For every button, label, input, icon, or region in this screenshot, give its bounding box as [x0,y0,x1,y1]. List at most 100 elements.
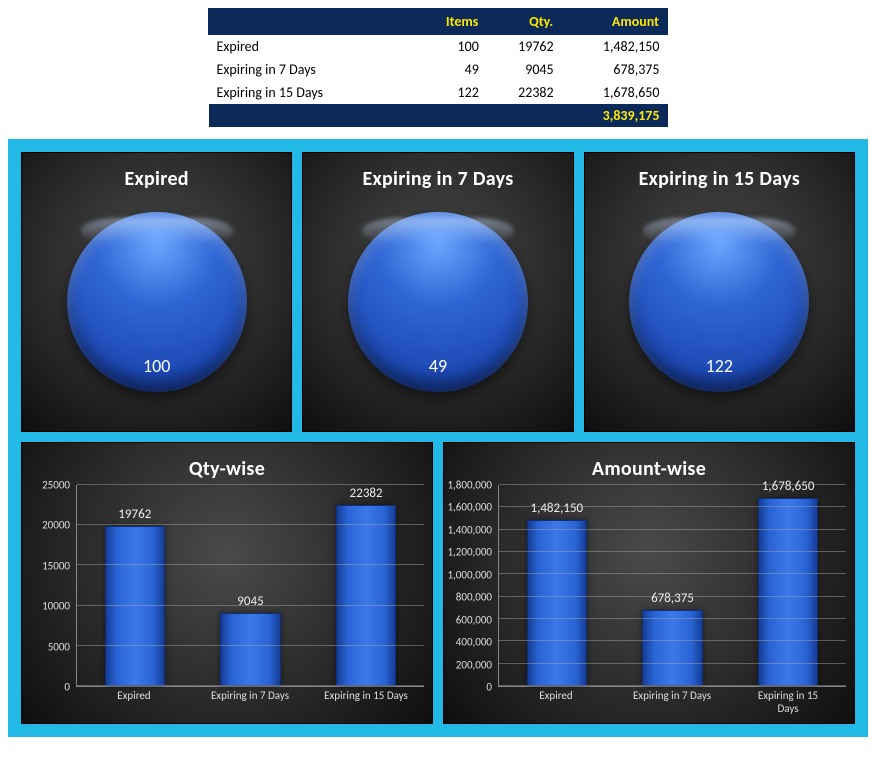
dashboard: Expired 100 Expiring in 7 Days 49 Expiri… [8,139,868,737]
y-tick-label: 0 [22,681,70,694]
plot-area: 19762 9045 22382 [76,485,424,687]
gridline [499,506,846,507]
bar-panel-amount: Amount-wise 0200,000400,000600,000800,00… [443,442,855,724]
bar-column: 9045 [198,594,302,686]
bar-value-label: 19762 [118,507,151,522]
x-tick-label: Expiring in 15 Days [308,687,424,717]
pie-chart: 122 [585,195,854,405]
cell-items: 100 [415,35,487,59]
x-tick-label: Expiring in 15 Days [730,687,846,717]
gridline [499,573,846,574]
cell-blank [415,104,487,127]
bar-rect [220,613,280,686]
y-tick-label: 200,000 [444,658,492,671]
bar-chart-qty: 0500010000150002000025000 19762904522382… [22,485,432,717]
y-tick-label: 5000 [22,640,70,653]
pie-chart: 100 [22,195,291,405]
pie-value-label: 100 [143,355,170,377]
cell-amount: 678,375 [562,58,668,81]
cell-total-amount: 3,839,175 [562,104,668,127]
bar-rect [642,610,702,686]
pie-panel-15days: Expiring in 15 Days 122 [584,152,855,432]
gridline [77,484,424,485]
x-axis-labels: ExpiredExpiring in 7 DaysExpiring in 15 … [76,687,424,717]
y-tick-label: 1,000,000 [444,568,492,581]
x-tick-label: Expiring in 7 Days [614,687,730,717]
y-tick-label: 0 [444,681,492,694]
panel-title: Expiring in 15 Days [585,153,854,195]
bar-column: 22382 [314,486,418,686]
col-amount: Amount [562,9,668,35]
y-tick-label: 25000 [22,479,70,492]
x-tick-label: Expiring in 7 Days [192,687,308,717]
cell-amount: 1,482,150 [562,35,668,59]
bar-column: 19762 [83,507,187,686]
y-tick-label: 800,000 [444,591,492,604]
panel-title: Qty-wise [22,443,432,485]
cell-blank [209,104,416,127]
y-tick-label: 400,000 [444,636,492,649]
y-tick-label: 15000 [22,559,70,572]
bar-value-label: 1,482,150 [531,501,584,516]
gridline [77,645,424,646]
y-tick-label: 1,200,000 [444,546,492,559]
cell-items: 49 [415,58,487,81]
pie-panel-7days: Expiring in 7 Days 49 [302,152,573,432]
bars: 19762 9045 22382 [77,485,424,686]
y-tick-label: 1,800,000 [444,479,492,492]
y-axis: 0200,000400,000600,000800,0001,000,0001,… [444,485,498,687]
panel-title: Expired [22,153,291,195]
table-header-row: Items Qty. Amount [209,9,668,35]
gridline [499,484,846,485]
gridline [499,529,846,530]
cell-items: 122 [415,81,487,104]
bar-value-label: 1,678,650 [762,479,815,494]
gridline [77,524,424,525]
y-tick-label: 10000 [22,600,70,613]
bar-rect [105,526,165,686]
table-row: Expired 100 19762 1,482,150 [209,35,668,59]
col-items: Items [415,9,487,35]
cell-label: Expired [209,35,416,59]
pie-chart: 49 [303,195,572,405]
gridline [499,663,846,664]
gridline [499,685,846,686]
cell-qty: 9045 [487,58,562,81]
gridline [499,640,846,641]
pie-panel-expired: Expired 100 [21,152,292,432]
table-total-row: 3,839,175 [209,104,668,127]
bar-rect [527,520,587,686]
gridline [77,605,424,606]
bar-rect [336,505,396,686]
x-tick-label: Expired [76,687,192,717]
cell-blank [487,104,562,127]
bars: 1,482,150678,3751,678,650 [499,485,846,686]
cell-label: Expiring in 15 Days [209,81,416,104]
bar-column: 1,678,650 [736,479,840,686]
cell-qty: 19762 [487,35,562,59]
gridline [77,564,424,565]
x-axis-labels: ExpiredExpiring in 7 DaysExpiring in 15 … [498,687,846,717]
summary-table: Items Qty. Amount Expired 100 19762 1,48… [208,8,668,127]
cell-amount: 1,678,650 [562,81,668,104]
pie-value-label: 122 [706,355,733,377]
y-tick-label: 600,000 [444,613,492,626]
pie-value-label: 49 [429,355,447,377]
bar-chart-amount: 0 200,000 400,000 600,000 800,000 1,000,000 1,… [444,485,854,717]
cell-qty: 22382 [487,81,562,104]
bar-column: 678,375 [620,591,724,686]
table-row: Expiring in 15 Days 122 22382 1,678,650 [209,81,668,104]
summary-table-grid: Items Qty. Amount Expired 100 19762 1,48… [208,8,668,127]
bar-value-label: 22382 [350,486,383,501]
panel-title: Expiring in 7 Days [303,153,572,195]
bar-value-label: 9045 [237,594,263,609]
y-tick-label: 1,400,000 [444,523,492,536]
gridline [499,551,846,552]
gridline [77,685,424,686]
col-blank [209,9,416,35]
bar-rect [758,498,818,686]
x-tick-label: Expired [498,687,614,717]
cell-label: Expiring in 7 Days [209,58,416,81]
gridline [499,596,846,597]
table-row: Expiring in 7 Days 49 9045 678,375 [209,58,668,81]
